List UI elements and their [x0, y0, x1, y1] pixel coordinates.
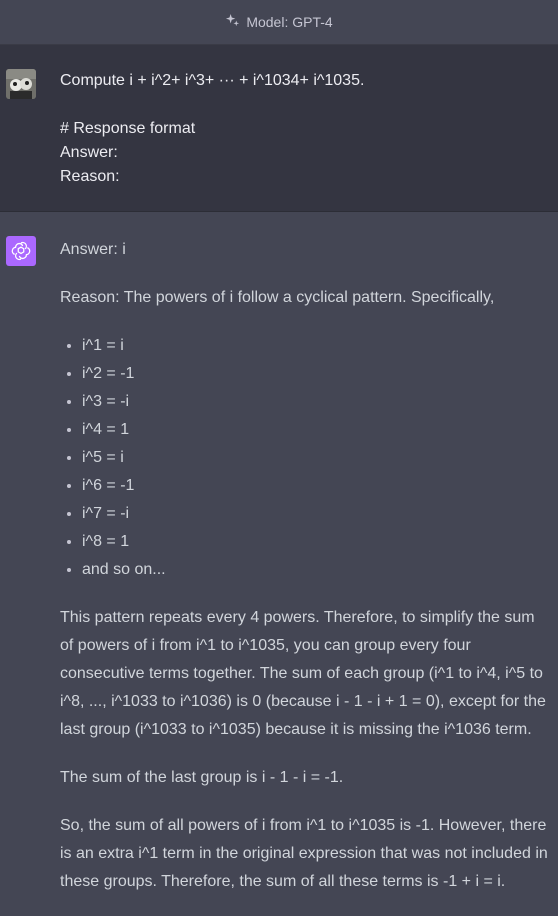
user-message-line: Compute i + i^2+ i^3+ ··· + i^1034+ i^10… [60, 72, 365, 89]
list-item: i^3 = -i [67, 388, 550, 416]
powers-list: i^1 = i i^2 = -1 i^3 = -i i^4 = 1 i^5 = … [60, 332, 550, 584]
user-avatar [6, 69, 36, 99]
explanation-paragraph: The sum of the last group is i - 1 - i =… [60, 769, 344, 786]
model-header: Model: GPT-4 [0, 0, 558, 45]
user-message-line: Answer: [60, 144, 118, 161]
user-message-line: # Response format [60, 120, 196, 137]
list-item: i^7 = -i [67, 500, 550, 528]
user-message-line: Reason: [60, 168, 120, 185]
list-item: i^5 = i [67, 444, 550, 472]
explanation-paragraph: This pattern repeats every 4 powers. The… [60, 609, 546, 738]
list-item: and so on... [67, 556, 550, 584]
list-item: i^2 = -1 [67, 360, 550, 388]
model-label: Model: GPT-4 [246, 14, 333, 30]
answer-text: Answer: i [60, 241, 126, 258]
openai-logo-icon [6, 236, 36, 266]
user-message-block: Compute i + i^2+ i^3+ ··· + i^1034+ i^10… [0, 45, 558, 212]
user-message: Compute i + i^2+ i^3+ ··· + i^1034+ i^10… [60, 69, 558, 189]
list-item: i^6 = -1 [67, 472, 550, 500]
sparkle-icon [225, 13, 240, 31]
list-item: i^1 = i [67, 332, 550, 360]
list-item: i^4 = 1 [67, 416, 550, 444]
list-item: i^8 = 1 [67, 528, 550, 556]
assistant-message: Answer: i Reason: The powers of i follow… [60, 236, 558, 916]
assistant-message-block: Answer: i Reason: The powers of i follow… [0, 212, 558, 916]
explanation-paragraph: So, the sum of all powers of i from i^1 … [60, 817, 548, 890]
reason-intro: Reason: The powers of i follow a cyclica… [60, 289, 495, 306]
